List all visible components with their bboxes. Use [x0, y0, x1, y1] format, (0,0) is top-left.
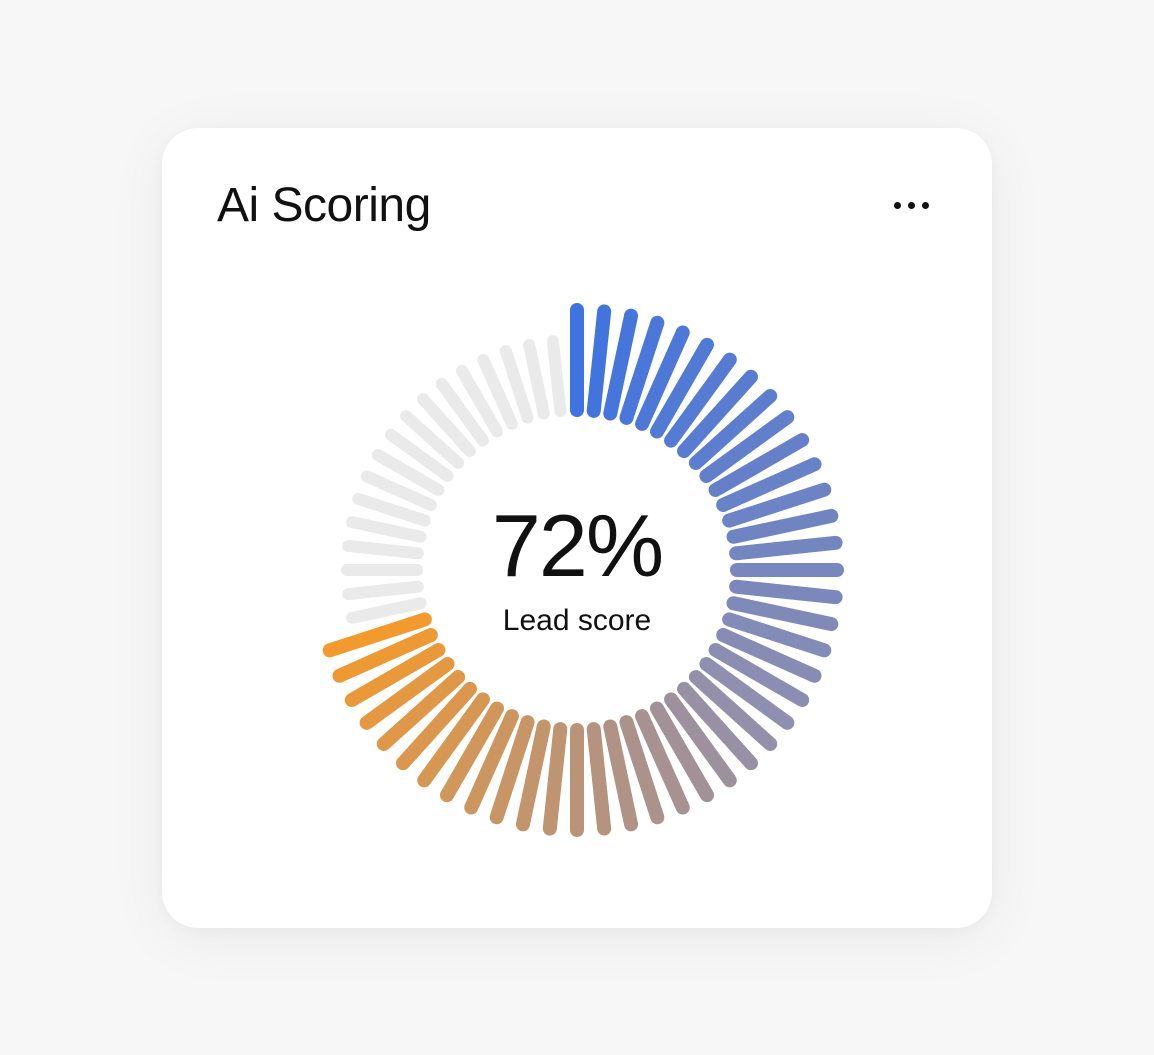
gauge-tick-active: [736, 543, 835, 553]
more-dots-icon: [894, 202, 901, 209]
gauge-tick-inactive: [348, 587, 418, 594]
scoring-card: Ai Scoring 72% Lead score: [162, 128, 992, 928]
gauge-value: 72%: [492, 502, 662, 590]
more-options-button[interactable]: [886, 194, 937, 217]
card-title: Ai Scoring: [217, 178, 431, 233]
gauge-tick-inactive: [352, 522, 420, 537]
gauge-tick-active: [550, 729, 560, 828]
gauge-tick-active: [594, 729, 604, 828]
gauge-tick-active: [736, 587, 835, 597]
gauge-tick-inactive: [529, 345, 544, 413]
card-header: Ai Scoring: [217, 178, 937, 233]
more-dots-icon: [908, 202, 915, 209]
gauge-container: 72% Lead score: [217, 253, 937, 888]
gauge-center: 72% Lead score: [492, 502, 662, 638]
gauge-tick-inactive: [348, 546, 418, 553]
radial-gauge: 72% Lead score: [297, 290, 857, 850]
gauge-label: Lead score: [492, 604, 662, 638]
gauge-tick-active: [594, 311, 604, 410]
gauge-tick-inactive: [352, 603, 420, 618]
gauge-tick-inactive: [553, 341, 560, 411]
more-dots-icon: [922, 202, 929, 209]
